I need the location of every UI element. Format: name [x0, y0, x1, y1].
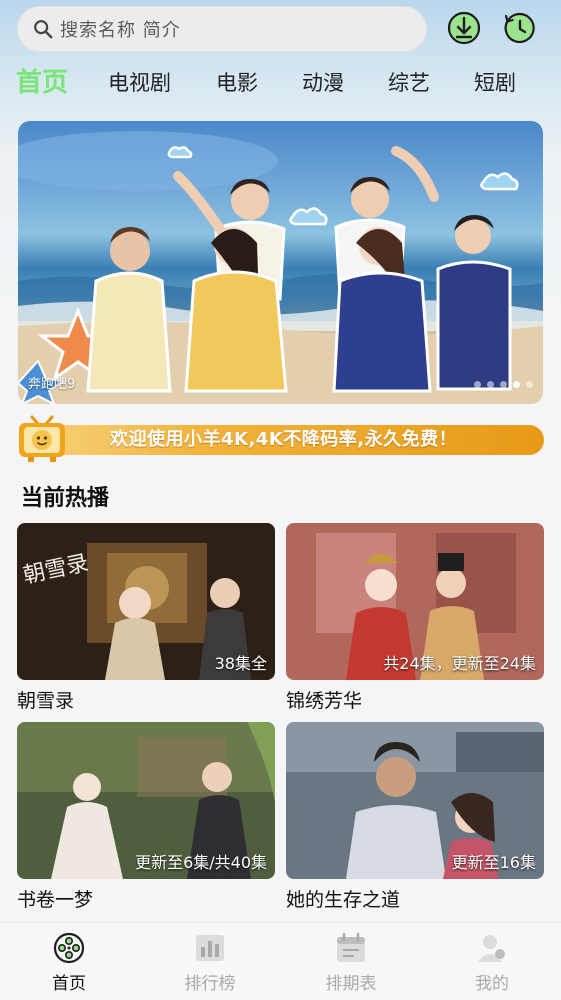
carousel-dot[interactable]	[500, 381, 507, 388]
nav-label: 我的	[475, 974, 509, 994]
card-title: 锦绣芳华	[286, 690, 363, 712]
card-poster: 共24集，更新至24集	[286, 523, 544, 680]
tab-home[interactable]: 首页	[16, 62, 68, 104]
top-bar: 搜索名称 简介	[0, 0, 561, 60]
drama-card[interactable]: 更新至16集 她的生存之道	[286, 722, 544, 912]
card-poster: 更新至16集	[286, 722, 544, 879]
tab-anime[interactable]: 动漫	[302, 62, 344, 104]
search-bar[interactable]: 搜索名称 简介	[17, 6, 427, 52]
user-icon	[478, 935, 505, 962]
film-reel-icon	[53, 932, 85, 964]
notice-banner[interactable]: 欢迎使用小羊4K,4K不降码率,永久免费！	[16, 414, 546, 464]
tab-tv-series[interactable]: 电视剧	[108, 62, 171, 104]
card-poster: 朝雪录 38集全	[17, 523, 275, 680]
tv-mascot-icon	[19, 415, 65, 462]
carousel-dot[interactable]	[474, 381, 481, 388]
episode-badge: 更新至16集	[451, 853, 536, 872]
nav-schedule[interactable]: 排期表	[301, 931, 401, 994]
tab-movies[interactable]: 电影	[216, 62, 258, 104]
download-icon[interactable]	[447, 11, 481, 45]
nav-label: 首页	[52, 974, 86, 994]
nav-profile[interactable]: 我的	[442, 931, 542, 994]
drama-card[interactable]: 更新至6集/共40集 书卷一梦	[17, 722, 275, 912]
section-title: 当前热播	[21, 486, 110, 511]
card-title: 书卷一梦	[17, 889, 94, 911]
card-poster: 更新至6集/共40集	[17, 722, 275, 879]
carousel-dot[interactable]	[526, 381, 533, 388]
search-icon	[34, 20, 53, 39]
category-tabs: 首页 电视剧 电影 动漫 综艺 短剧	[0, 62, 561, 106]
bar-chart-icon	[196, 935, 224, 961]
nav-ranking[interactable]: 排行榜	[160, 931, 260, 994]
banner-caption: 奔跑吧9	[28, 377, 76, 392]
episode-badge: 更新至6集/共40集	[135, 853, 267, 872]
carousel-dot-active[interactable]	[513, 381, 520, 388]
carousel-dots	[474, 381, 533, 388]
hero-banner[interactable]: 奔跑吧9	[18, 121, 543, 404]
history-icon[interactable]	[503, 11, 537, 45]
drama-card[interactable]: 共24集，更新至24集 锦绣芳华	[286, 523, 544, 713]
nav-label: 排行榜	[184, 974, 236, 994]
drama-card[interactable]: 朝雪录 38集全 朝雪录	[17, 523, 275, 713]
bottom-navigation: 首页 排行榜 排期表 我的	[0, 922, 561, 1000]
tab-short-drama[interactable]: 短剧	[474, 62, 516, 104]
nav-home[interactable]: 首页	[19, 931, 119, 994]
tab-variety[interactable]: 综艺	[388, 62, 430, 104]
carousel-dot[interactable]	[487, 381, 494, 388]
episode-badge: 38集全	[214, 654, 267, 673]
search-placeholder: 搜索名称 简介	[60, 20, 181, 41]
notice-text: 欢迎使用小羊4K,4K不降码率,永久免费！	[110, 429, 458, 450]
episode-badge: 共24集，更新至24集	[383, 654, 536, 673]
calendar-icon	[337, 932, 365, 962]
banner-image	[18, 131, 543, 404]
card-title: 她的生存之道	[286, 889, 401, 911]
card-title: 朝雪录	[17, 690, 75, 712]
nav-label: 排期表	[325, 974, 377, 994]
